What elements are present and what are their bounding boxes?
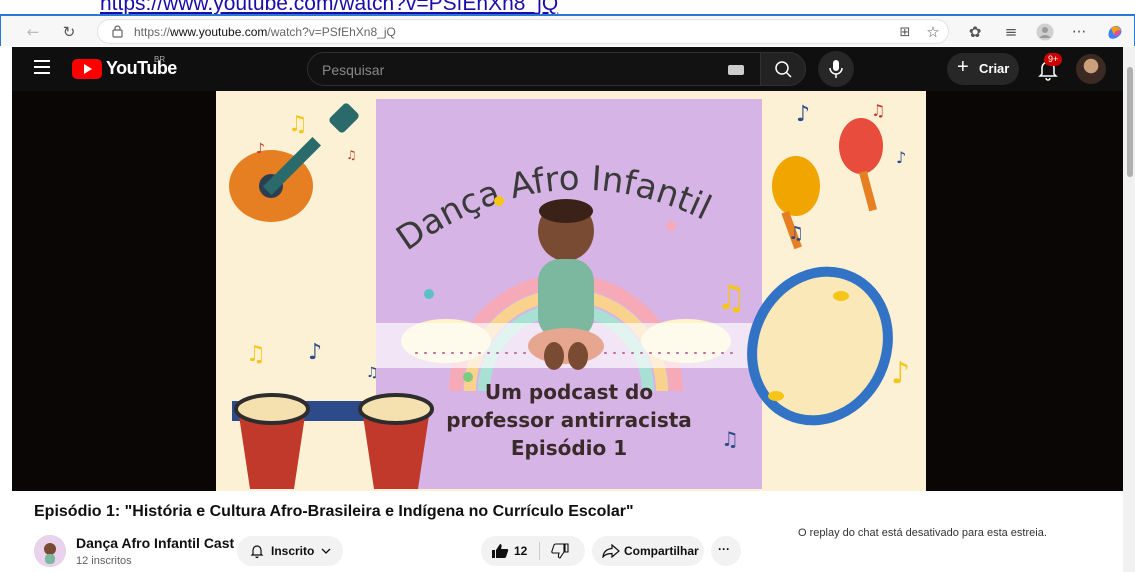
svg-text:♫: ♫ [788,223,804,244]
channel-name[interactable]: Dança Afro Infantil Cast [76,535,234,551]
svg-text:♪: ♪ [796,102,810,127]
subscribed-label: Inscrito [271,544,315,558]
extensions-icon[interactable]: ✿ [963,20,987,44]
like-dislike-group: 12 [481,536,585,566]
svg-text:♪: ♪ [896,148,906,167]
svg-text:♫: ♫ [716,278,746,318]
like-icon[interactable] [491,543,509,559]
cover-line-1: Um podcast do [485,380,653,404]
chat-replay-disabled-note: O replay do chat está desativado para es… [798,527,1047,539]
channel-avatar[interactable] [34,535,66,567]
back-icon[interactable]: ← [21,20,45,44]
address-bar[interactable]: https://www.youtube.com/watch?v=PSfEhXn8… [97,19,949,44]
svg-text:♫: ♫ [346,148,357,162]
favorites-list-icon[interactable]: ≡ [999,20,1023,44]
create-label: Criar [979,61,1010,76]
svg-text:♫: ♫ [721,427,739,451]
search-button[interactable] [760,52,806,86]
create-button[interactable]: + Criar [947,53,1019,85]
more-actions-button[interactable]: ··· [711,536,741,566]
page-info-icon[interactable] [112,25,123,38]
search-input[interactable]: Pesquisar [307,52,761,86]
chevron-down-icon [321,548,331,554]
menu-icon[interactable] [34,60,50,76]
like-count: 12 [514,544,528,558]
subscriber-count: 12 inscritos [76,555,132,567]
video-title: Episódio 1: "História e Cultura Afro-Bra… [34,503,634,520]
region-label: BR [154,55,166,64]
browser-toolbar: ← ↻ https://www.youtube.com/watch?v=PSfE… [0,14,1135,46]
svg-text:♪: ♪ [308,340,322,365]
voice-search-button[interactable] [818,51,854,87]
dislike-icon[interactable] [551,543,569,559]
video-player[interactable]: Dança Afro Infantil Um podcast do profes… [12,91,1123,491]
more-menu-icon[interactable]: ··· [1067,20,1091,44]
microphone-icon [829,60,843,78]
youtube-logo-text[interactable]: YouTube [106,58,177,79]
svg-text:♫: ♫ [288,112,308,137]
svg-text:♪: ♪ [891,356,910,391]
account-avatar[interactable] [1076,54,1106,84]
reader-view-icon[interactable]: ⊞ [893,20,917,44]
share-label: Compartilhar [624,544,699,558]
screen: { "top_link": "https://www.youtube.com/w… [0,0,1135,572]
youtube-header: YouTube BR Pesquisar + Criar 9+ [12,47,1123,91]
plus-icon: + [957,56,969,78]
cover-line-2: professor antirracista [446,408,692,432]
page-scrollbar[interactable] [1123,47,1135,572]
search-icon [775,61,792,78]
svg-text:♫: ♫ [246,342,266,367]
svg-text:♪: ♪ [256,141,265,157]
share-button[interactable]: Compartilhar [592,536,704,566]
keyboard-icon[interactable] [728,65,744,75]
scrollbar-thumb[interactable] [1127,67,1133,177]
bell-icon [250,545,264,559]
share-icon [602,544,620,558]
more-horizontal-icon: ··· [718,542,730,556]
copilot-icon[interactable] [1103,20,1127,44]
favorite-star-icon[interactable]: ☆ [921,20,945,44]
profile-icon[interactable] [1033,20,1057,44]
reload-icon[interactable]: ↻ [57,20,81,44]
bongo-drums-icon [232,393,434,489]
video-thumbnail[interactable]: Dança Afro Infantil Um podcast do profes… [216,91,926,491]
svg-text:♫: ♫ [366,365,379,381]
url-text: https://www.youtube.com/watch?v=PSfEhXn8… [134,25,396,39]
podcast-cover-art: Dança Afro Infantil Um podcast do profes… [229,99,910,489]
subscribed-button[interactable]: Inscrito [237,536,343,566]
search-placeholder: Pesquisar [322,62,385,78]
svg-text:♫: ♫ [871,101,885,120]
notification-badge: 9+ [1044,53,1063,66]
cover-line-3: Episódio 1 [511,436,627,460]
youtube-logo-icon[interactable] [72,59,102,79]
